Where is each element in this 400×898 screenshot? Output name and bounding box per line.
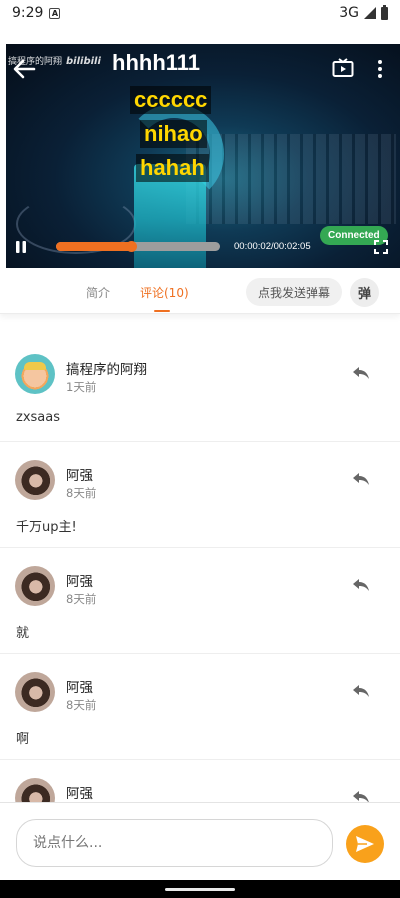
comment-item: 阿强 8天前 千万up主! [0,442,400,548]
danmaku-toggle-button[interactable]: 弹 [350,278,379,307]
avatar[interactable] [15,354,55,394]
tab-bar: 简介 评论(10) 点我发送弹幕 弹 [0,268,400,314]
comment-time: 8天前 [66,698,97,712]
tab-active-indicator [154,310,170,312]
tab-intro[interactable]: 简介 [86,284,110,301]
reply-icon[interactable] [352,684,370,698]
more-vert-icon[interactable] [376,59,384,79]
comment-time: 1天前 [66,380,97,394]
avatar[interactable] [15,460,55,500]
reply-icon[interactable] [352,578,370,592]
status-time: 9:29 [12,5,44,21]
danmaku-item: nihao [140,120,207,148]
send-danmaku-button[interactable]: 点我发送弹幕 [246,278,342,306]
battery-icon [381,4,388,20]
tab-comments[interactable]: 评论(10) [140,284,189,301]
system-nav-bar [0,880,400,898]
comment-text: 啊 [16,732,30,747]
comment-item: 搞程序的阿翔 1天前 zxsaas [0,336,400,442]
back-arrow-icon[interactable] [12,58,36,80]
network-type: 3G [339,5,359,21]
comment-item: 阿强 8天前 就 [0,548,400,654]
commenter-name[interactable]: 阿强 [66,782,93,802]
danmaku-item: hahah [136,154,209,182]
comment-list: 搞程序的阿翔 1天前 zxsaas 阿强 8天前 千万up主! 阿强 8天前 就… [0,336,400,866]
status-bar: 9:29 A 3G [0,0,400,26]
reply-icon[interactable] [352,472,370,486]
video-player[interactable]: 搞程序的阿翔 bilibili hhhh111 cccccc nihao haha… [6,44,400,268]
send-icon [356,836,374,852]
progress-played [56,242,132,251]
comment-time: 8天前 [66,486,97,500]
playback-time: 00:00:02/00:02:05 [234,241,311,252]
pause-icon[interactable] [14,240,28,254]
tv-cast-icon[interactable] [332,58,354,78]
home-gesture-handle[interactable] [165,888,235,891]
comment-text: 就 [16,626,30,641]
comment-time: 8天前 [66,592,97,606]
progress-thumb[interactable] [126,241,138,252]
commenter-name[interactable]: 阿强 [66,464,93,484]
signal-icon [364,7,376,19]
comment-text: zxsaas [16,410,60,425]
commenter-name[interactable]: 阿强 [66,570,93,590]
comment-input-bar [0,802,400,880]
avatar[interactable] [15,566,55,606]
fullscreen-icon[interactable] [374,240,388,254]
commenter-name[interactable]: 阿强 [66,676,93,696]
progress-bar[interactable] [56,241,220,252]
send-button[interactable] [346,825,384,863]
avatar[interactable] [15,672,55,712]
comment-item: 阿强 8天前 啊 [0,654,400,760]
reply-icon[interactable] [352,366,370,380]
video-title: hhhh111 [112,50,201,75]
watermark-brand: bilibili [66,56,101,67]
commenter-name[interactable]: 搞程序的阿翔 [66,358,147,378]
comment-text: 千万up主! [16,520,77,535]
a-icon: A [49,7,61,19]
video-detail-screen: 9:29 A 3G 搞程序的阿翔 bilibili hhhh111 cccccc… [0,0,400,898]
danmaku-item: cccccc [130,86,212,114]
comment-input[interactable] [16,819,333,867]
